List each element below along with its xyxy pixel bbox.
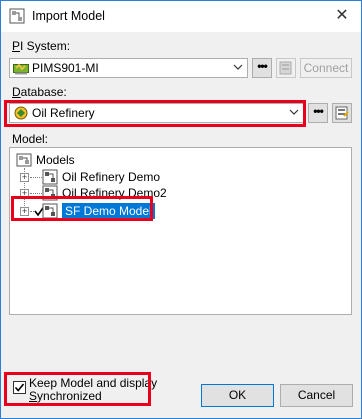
ok-button[interactable]: OK [201, 384, 274, 407]
close-button[interactable]: ✕ [329, 4, 355, 28]
pi-system-combo[interactable]: PIMS901-MI [9, 58, 248, 78]
connect-button[interactable]: Connect [300, 58, 352, 78]
tree-connector [30, 193, 42, 194]
database-browse-button[interactable]: ••• [308, 103, 328, 123]
pi-system-properties-button[interactable] [276, 58, 296, 78]
expand-icon[interactable]: + [20, 189, 29, 198]
models-folder-icon [16, 153, 32, 167]
model-icon [42, 169, 58, 185]
model-label: Model: [12, 132, 49, 146]
database-value: Oil Refinery [32, 106, 95, 120]
chevron-down-icon[interactable] [233, 61, 243, 73]
server-properties-icon [279, 61, 292, 75]
pi-server-icon [13, 63, 29, 75]
model-icon [42, 185, 58, 201]
keep-synchronized-checkbox[interactable] [13, 381, 26, 394]
cancel-button[interactable]: Cancel [280, 384, 353, 407]
pi-system-browse-button[interactable]: ••• [252, 58, 272, 78]
expand-icon[interactable]: + [20, 207, 29, 216]
import-model-dialog: Import Model ✕ PI System: PIMS901-MI •••… [0, 0, 362, 419]
import-model-icon [9, 8, 25, 24]
tree-node-label: Oil Refinery Demo2 [62, 186, 167, 200]
tree-connector [30, 177, 42, 178]
database-combo[interactable]: Oil Refinery [9, 103, 304, 123]
check-icon [14, 383, 25, 392]
close-icon: ✕ [335, 7, 349, 24]
pi-system-value: PIMS901-MI [32, 61, 99, 75]
database-properties-icon [335, 106, 349, 120]
tree-node-label: Oil Refinery Demo [62, 170, 161, 184]
keep-synchronized-label[interactable]: Keep Model and display Synchronized [29, 377, 157, 403]
tree-node-label: Models [36, 153, 75, 167]
database-properties-button[interactable] [332, 103, 352, 123]
chevron-down-icon[interactable] [289, 106, 299, 118]
database-label: Database: [12, 85, 67, 99]
title-bar: Import Model ✕ [1, 1, 361, 32]
model-icon [42, 203, 58, 219]
window-title: Import Model [32, 9, 105, 23]
af-database-icon [14, 106, 28, 120]
pi-system-label: PI System: [12, 39, 71, 53]
expand-icon[interactable]: + [20, 173, 29, 182]
tree-node-label-selected: SF Demo Model [62, 203, 155, 219]
model-tree[interactable]: Models + Oil Refinery Demo + Oil Refiner… [9, 147, 352, 315]
